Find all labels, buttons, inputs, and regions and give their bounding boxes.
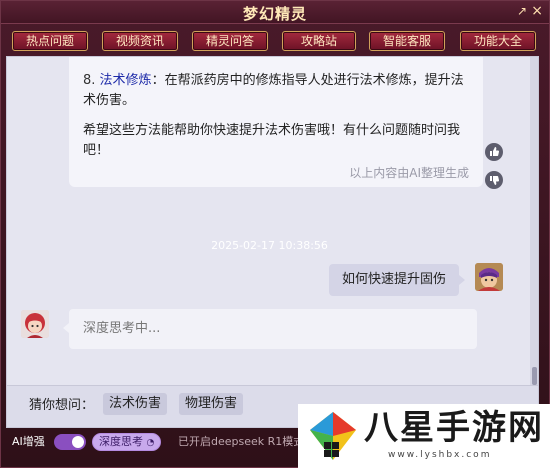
deep-think-icon: ◔ [146, 438, 155, 448]
suggestion-label: 猜你想问： [29, 398, 95, 413]
nav-guide-button[interactable]: 攻略站 [282, 31, 356, 51]
nav-video-news-button[interactable]: 视频资讯 [102, 31, 178, 51]
restore-icon[interactable]: ↗ [517, 4, 527, 18]
nav-features-button[interactable]: 功能大全 [460, 31, 536, 51]
thumbs-down-icon[interactable] [485, 171, 503, 189]
ai-thinking-bubble: 深度思考中... [63, 309, 477, 349]
title-bar: 梦幻精灵 ↗ × [1, 1, 549, 24]
scrollbar-thumb[interactable] [532, 367, 537, 385]
user-avatar [475, 263, 503, 291]
answer-item-term: 法术修炼 [99, 73, 152, 88]
logo-url: www.lyshbx.com [388, 450, 492, 460]
watermark-logo: 八星手游网 www.lyshbx.com [298, 404, 550, 468]
ai-enhance-toggle[interactable] [54, 434, 86, 450]
answer-closing: 希望这些方法能帮助你快速提升法术伤害哦！有什么问题随时问我吧！ [83, 123, 461, 158]
nav-sprite-qa-button[interactable]: 精灵问答 [192, 31, 268, 51]
close-icon[interactable]: × [531, 4, 543, 18]
mode-status-text: 已开启deepseek R1模式 [178, 435, 305, 448]
answer-item: 8. 法术修炼：在帮派药房中的修炼指导人处进行法术修炼，提升法术伤害。 [83, 71, 469, 111]
nav-hot-questions-button[interactable]: 热点问题 [12, 31, 88, 51]
ai-answer-bubble: 8. 法术修炼：在帮派药房中的修炼指导人处进行法术修炼，提升法术伤害。 希望这些… [69, 57, 483, 187]
thumbs-up-icon[interactable] [485, 143, 503, 161]
suggestion-chip-physical-damage[interactable]: 物理伤害 [179, 393, 244, 415]
ai-avatar [21, 310, 49, 338]
message-timestamp: 2025-02-17 10:38:56 [211, 239, 328, 252]
deep-think-button[interactable]: 深度思考 ◔ [92, 433, 162, 451]
suggestion-chip-magic-damage[interactable]: 法术伤害 [103, 393, 168, 415]
nav-bar: 热点问题 视频资讯 精灵问答 攻略站 智能客服 功能大全 [1, 25, 549, 55]
toggle-knob [72, 436, 84, 448]
window-title: 梦幻精灵 [242, 5, 307, 23]
ai-enhance-label: AI增强 [12, 435, 45, 448]
answer-item-number: 8. [83, 73, 96, 88]
scrollbar[interactable] [530, 57, 538, 385]
logo-text: 八星手游网 [364, 408, 544, 448]
ai-footnote: 以上内容由AI整理生成 [349, 166, 469, 180]
nav-customer-service-button[interactable]: 智能客服 [369, 31, 445, 51]
chat-area: 8. 法术修炼：在帮派药房中的修炼指导人处进行法术修炼，提升法术伤害。 希望这些… [6, 56, 539, 386]
logo-icon [310, 412, 356, 460]
user-message-bubble: 如何快速提升固伤 [329, 264, 465, 296]
deep-think-label: 深度思考 [99, 435, 143, 448]
